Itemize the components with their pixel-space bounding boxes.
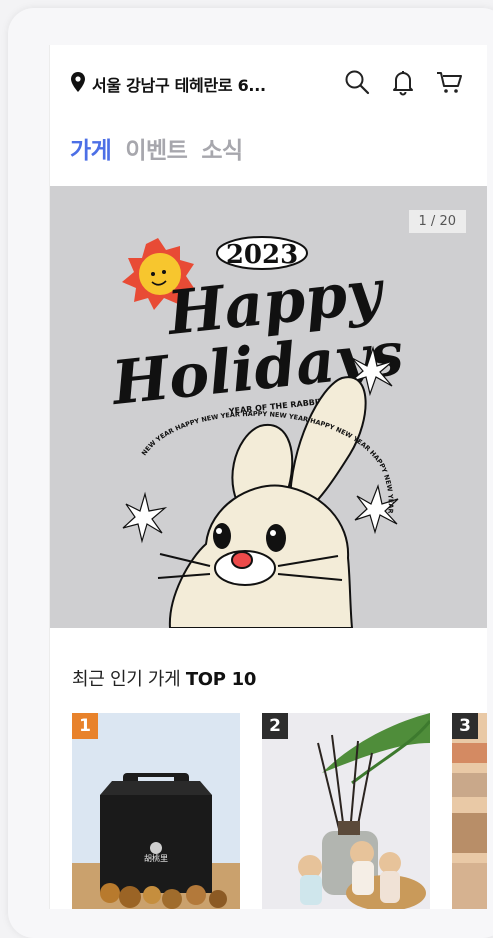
rank-badge: 1: [72, 713, 98, 739]
store-image: [452, 713, 487, 909]
cart-icon[interactable]: [434, 67, 464, 97]
tab-events[interactable]: 이벤트: [125, 131, 187, 165]
store-card[interactable]: 1 胡桃里: [72, 713, 240, 909]
bell-icon[interactable]: [388, 67, 418, 97]
store-image: [262, 713, 430, 909]
banner-illustration: 2023 Happy Holidays YEAR OF THE RABBIT N…: [107, 236, 407, 628]
box-label: 胡桃里: [144, 853, 168, 863]
promo-banner[interactable]: 1 / 20 2023 Happy Holidays YEAR OF THE R…: [50, 186, 487, 628]
app-screen: 서울 강남구 테헤란로 6... 가게 이벤트 소식 1 / 20 2023 H…: [49, 45, 487, 909]
store-image: 胡桃里: [72, 713, 240, 909]
device-frame: 서울 강남구 테헤란로 6... 가게 이벤트 소식 1 / 20 2023 H…: [8, 8, 493, 938]
banner-year: 2023: [226, 240, 298, 270]
section-title-highlight: TOP 10: [185, 669, 257, 690]
tab-stores[interactable]: 가게: [70, 131, 112, 165]
location-pin-icon: [70, 71, 86, 97]
section-title: 최근 인기 가게 TOP 10: [72, 665, 256, 691]
app-header: 서울 강남구 테헤란로 6...: [50, 45, 487, 121]
location-selector[interactable]: 서울 강남구 테헤란로 6...: [70, 71, 266, 97]
location-label: 서울 강남구 테헤란로 6...: [92, 76, 266, 95]
search-icon[interactable]: [342, 67, 372, 97]
rank-badge: 2: [262, 713, 288, 739]
category-tabs: 가게 이벤트 소식: [70, 131, 243, 165]
section-title-prefix: 최근 인기 가게: [72, 669, 186, 690]
banner-counter: 1 / 20: [408, 210, 466, 233]
store-card[interactable]: 3: [452, 713, 487, 909]
rank-badge: 3: [452, 713, 478, 739]
store-card[interactable]: 2: [262, 713, 430, 909]
tab-news[interactable]: 소식: [201, 131, 243, 165]
top-stores-carousel: 1 胡桃里 2 3: [72, 713, 487, 909]
